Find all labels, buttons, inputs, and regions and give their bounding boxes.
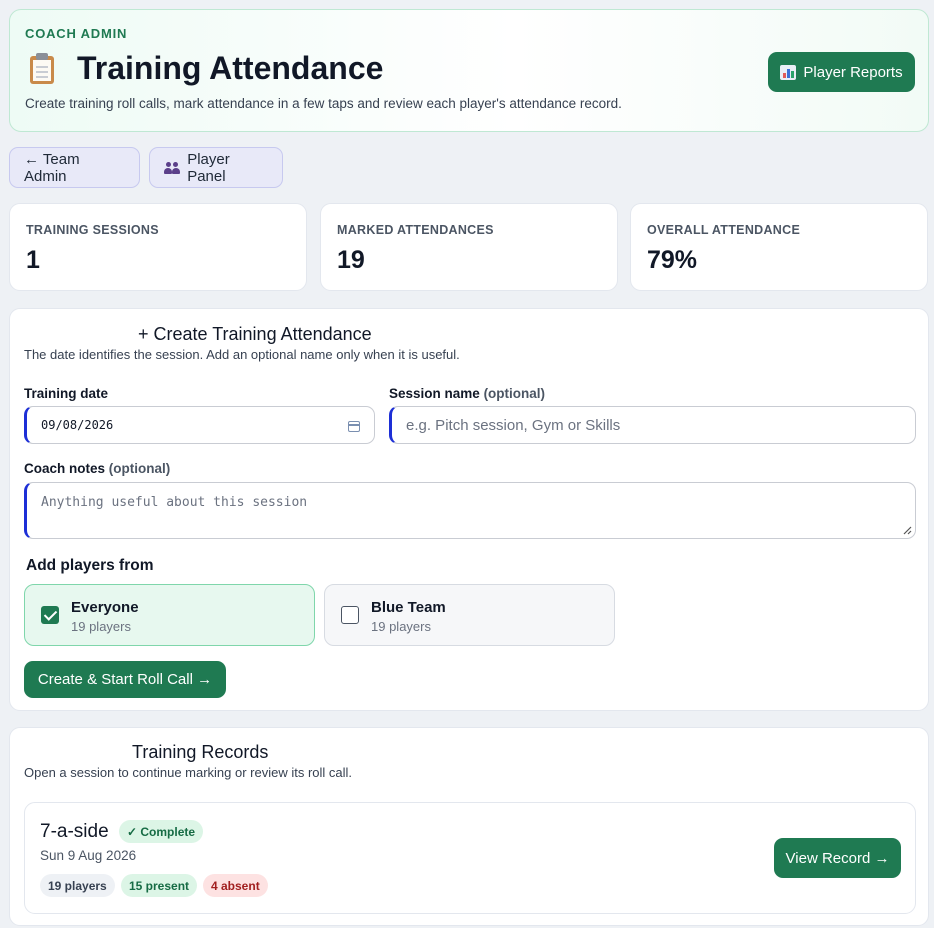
stat-card-attendances: MARKED ATTENDANCES 19 bbox=[320, 203, 618, 291]
stat-value: 19 bbox=[337, 246, 365, 274]
record-date: Sun 9 Aug 2026 bbox=[40, 848, 137, 863]
record-name: 7-a-side bbox=[40, 821, 109, 842]
group-count: 19 players bbox=[371, 619, 431, 634]
add-players-label: Add players from bbox=[26, 557, 154, 574]
session-name-label: Session name (optional) bbox=[389, 386, 546, 401]
group-option-blue-team[interactable]: Blue Team 19 players bbox=[324, 584, 615, 646]
group-name: Everyone bbox=[71, 599, 139, 616]
stat-card-sessions: TRAINING SESSIONS 1 bbox=[9, 203, 307, 291]
create-roll-call-button[interactable]: Create & Start Roll Call → bbox=[24, 661, 226, 698]
team-admin-label: ← Team Admin bbox=[24, 150, 80, 185]
record-card[interactable]: 7-a-side ✓ Complete Sun 9 Aug 2026 19 pl… bbox=[24, 802, 916, 914]
resize-grip-icon[interactable] bbox=[902, 525, 912, 535]
coach-notes-placeholder: Anything useful about this session bbox=[41, 495, 308, 510]
records-title: Training Records bbox=[132, 742, 269, 762]
stat-label: TRAINING SESSIONS bbox=[26, 223, 159, 237]
records-subtitle: Open a session to continue marking or re… bbox=[24, 765, 353, 780]
session-name-input[interactable]: e.g. Pitch session, Gym or Skills bbox=[389, 406, 916, 444]
group-count: 19 players bbox=[71, 619, 131, 634]
stat-label: OVERALL ATTENDANCE bbox=[647, 223, 801, 237]
create-title: + Create Training Attendance bbox=[138, 324, 372, 344]
checkbox-checked[interactable] bbox=[41, 606, 59, 624]
player-reports-label: Player Reports bbox=[803, 63, 903, 81]
view-record-button[interactable]: View Record → bbox=[774, 838, 901, 878]
create-attendance-panel: + Create Training Attendance The date id… bbox=[9, 308, 929, 711]
page-title: Training Attendance bbox=[77, 50, 384, 86]
training-date-label: Training date bbox=[24, 386, 109, 401]
group-option-everyone[interactable]: Everyone 19 players bbox=[24, 584, 315, 646]
people-icon bbox=[164, 161, 180, 175]
date-value: 09/08/2026 bbox=[41, 418, 114, 432]
session-name-placeholder: e.g. Pitch session, Gym or Skills bbox=[406, 416, 621, 434]
title-row: Training Attendance bbox=[25, 50, 383, 87]
group-name: Blue Team bbox=[371, 599, 446, 616]
player-reports-button[interactable]: Player Reports bbox=[768, 52, 915, 92]
stat-card-overall: OVERALL ATTENDANCE 79% bbox=[630, 203, 928, 291]
eyebrow-label: COACH ADMIN bbox=[25, 26, 128, 41]
player-panel-label: Player Panel bbox=[187, 150, 230, 185]
status-badge: ✓ Complete bbox=[119, 820, 204, 843]
player-panel-button[interactable]: Player Panel bbox=[149, 147, 283, 188]
training-records-panel: Training Records Open a session to conti… bbox=[9, 727, 929, 926]
clipboard-icon bbox=[25, 51, 61, 87]
coach-notes-label: Coach notes (optional) bbox=[24, 461, 171, 476]
create-subtitle: The date identifies the session. Add an … bbox=[24, 347, 460, 362]
absent-badge: 4 absent bbox=[203, 874, 268, 897]
bar-chart-icon bbox=[780, 64, 797, 80]
stat-value: 1 bbox=[26, 246, 40, 274]
training-date-input[interactable]: 09/08/2026 bbox=[24, 406, 375, 444]
coach-notes-textarea[interactable]: Anything useful about this session bbox=[24, 482, 916, 539]
present-badge: 15 present bbox=[121, 874, 198, 897]
page-subtitle: Create training roll calls, mark attenda… bbox=[25, 96, 622, 111]
calendar-icon[interactable] bbox=[348, 421, 360, 432]
checkbox-unchecked[interactable] bbox=[341, 606, 359, 624]
stat-value: 79% bbox=[647, 246, 698, 274]
stat-label: MARKED ATTENDANCES bbox=[337, 223, 494, 237]
players-badge: 19 players bbox=[40, 874, 115, 897]
page-header: COACH ADMIN Training Attendance Create t… bbox=[9, 9, 929, 132]
team-admin-button[interactable]: ← Team Admin bbox=[9, 147, 140, 188]
